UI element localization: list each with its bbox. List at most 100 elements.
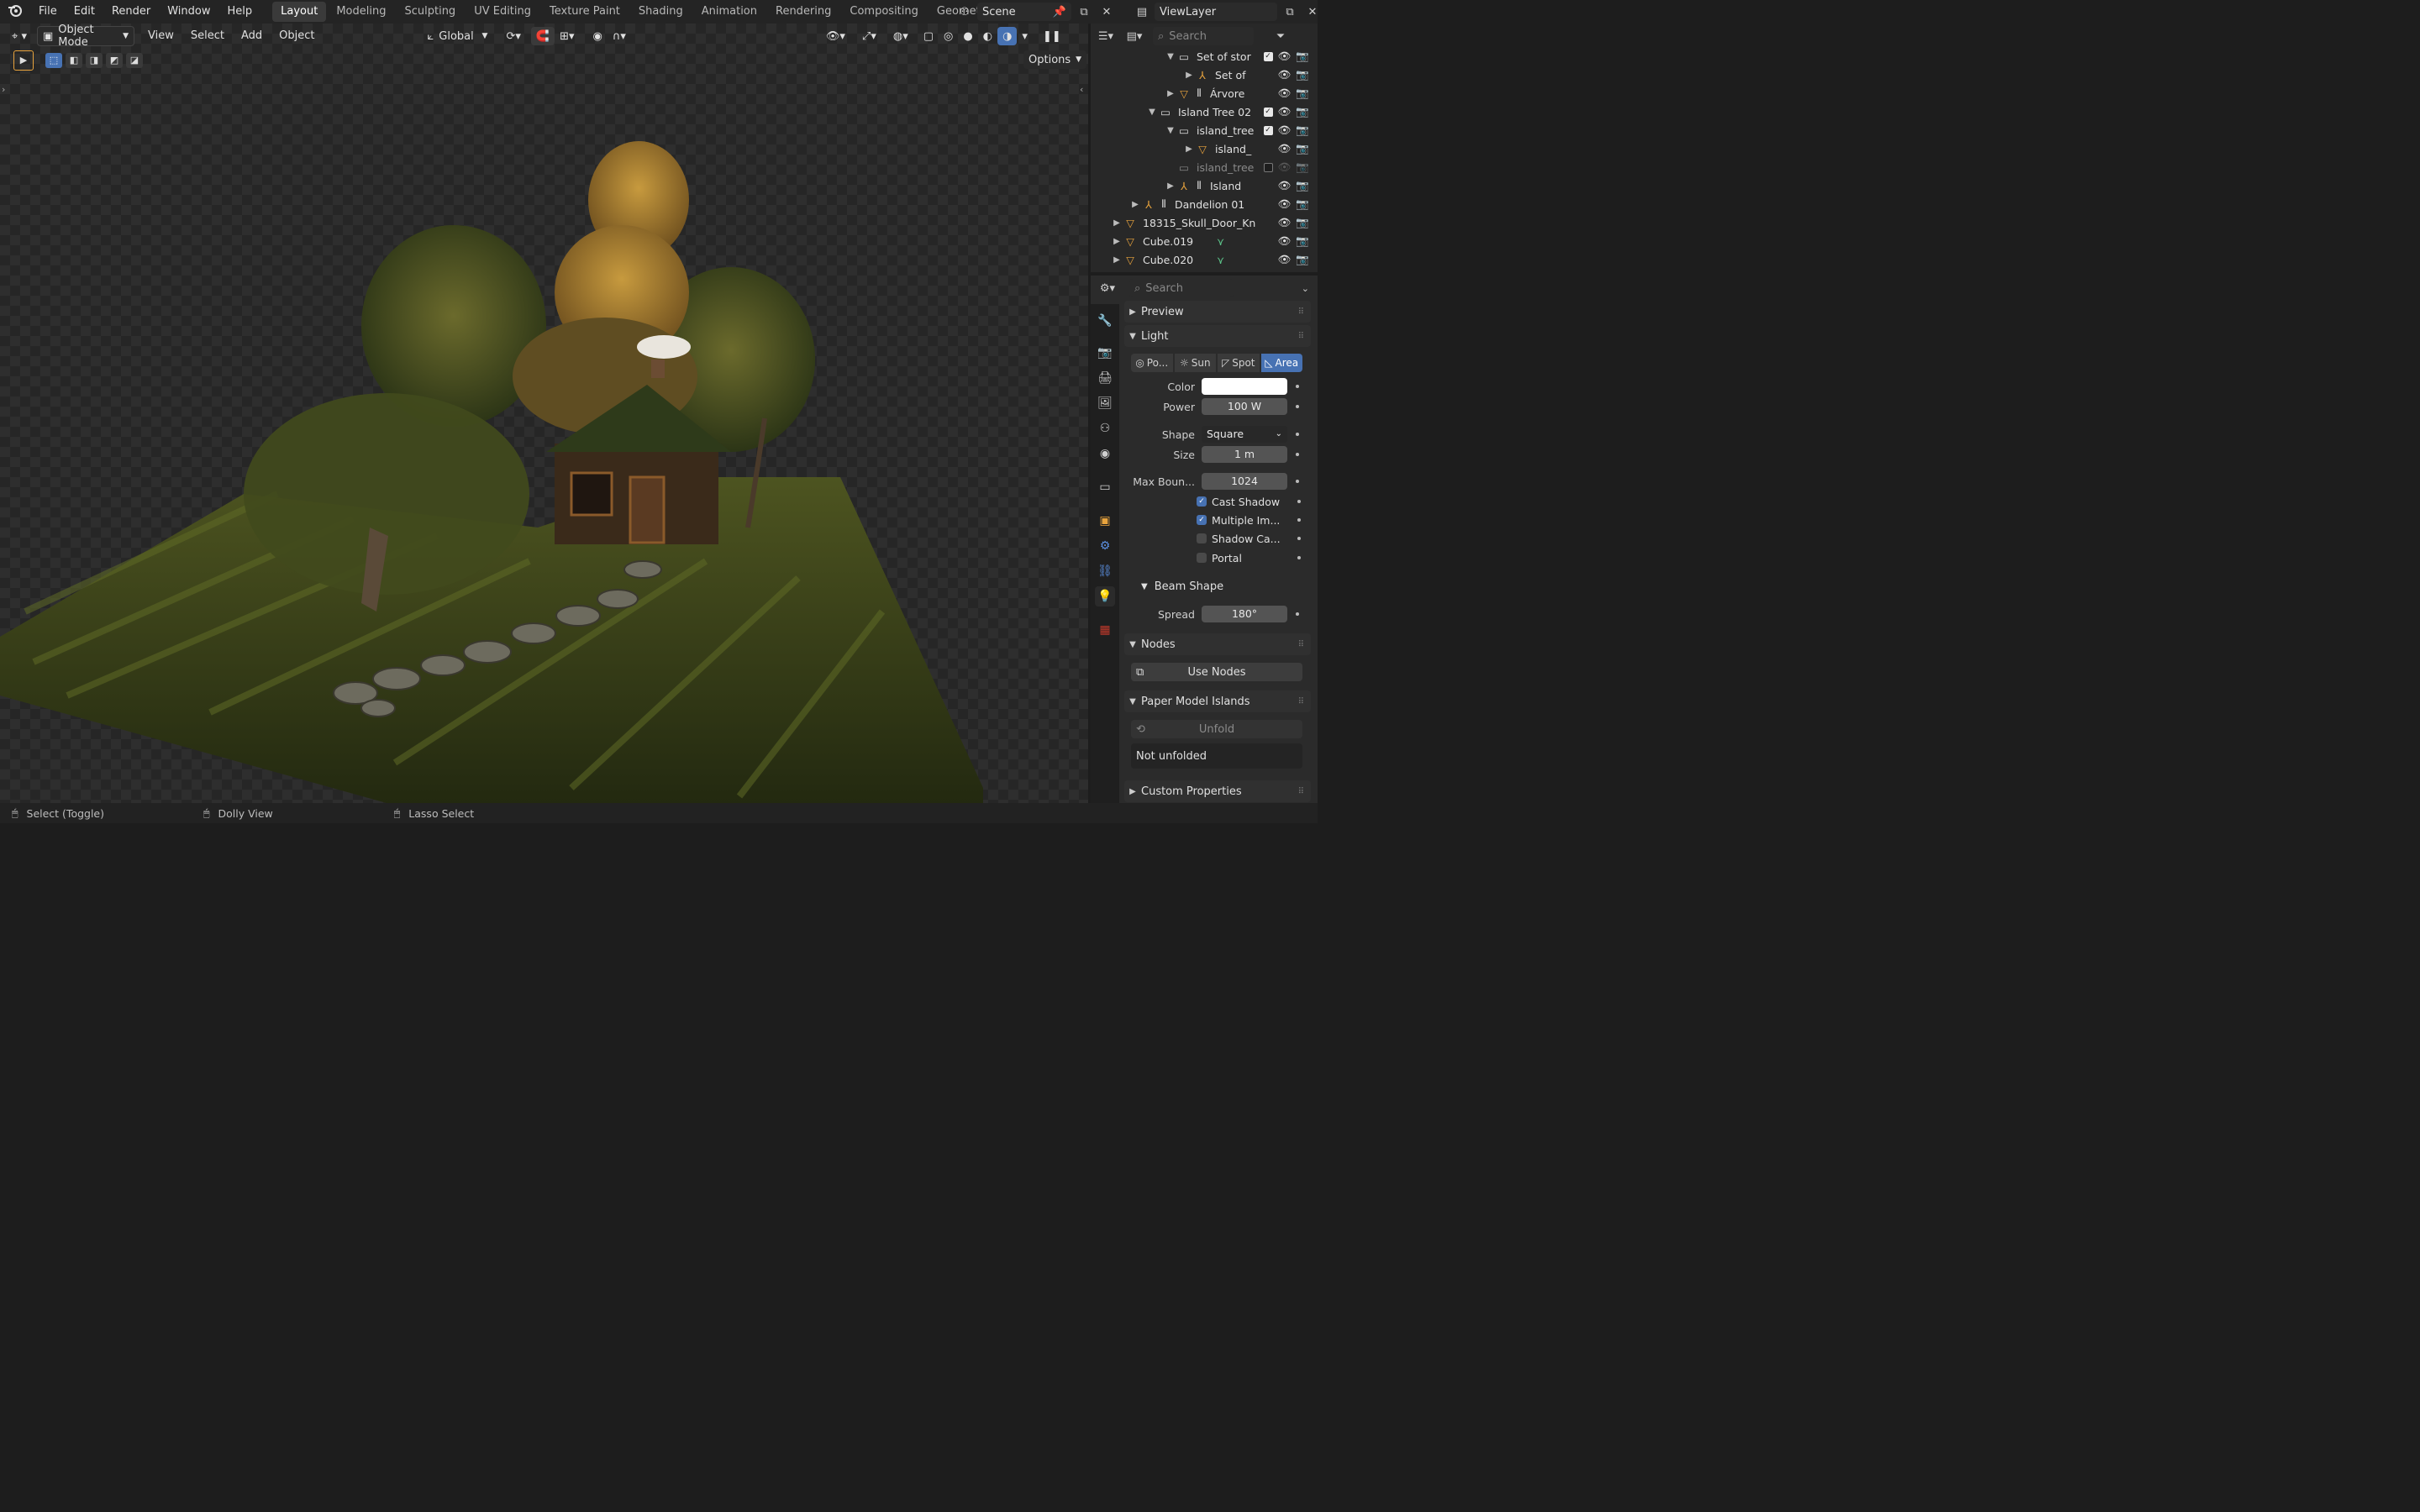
unfold-button[interactable]: ⟲ Unfold <box>1131 720 1302 738</box>
output-tab-icon[interactable]: 🖨 <box>1095 368 1115 388</box>
solid-shading-icon[interactable]: ● <box>958 27 977 45</box>
proportional-edit-icon[interactable]: ◉ <box>588 27 608 45</box>
eye-icon[interactable]: 👁 <box>1278 160 1292 174</box>
eye-icon[interactable]: 👁 <box>1278 87 1292 100</box>
tab-animation[interactable]: Animation <box>693 2 765 22</box>
tab-texture-paint[interactable]: Texture Paint <box>541 2 629 22</box>
material-shading-icon[interactable]: ◐ <box>978 27 997 45</box>
drag-handle-icon[interactable]: ⠿ <box>1298 307 1304 317</box>
outliner-row[interactable]: ▶ ⅄ ⫴ Island 👁 📷 <box>1091 176 1318 195</box>
light-type-spot[interactable]: ◸ Spot <box>1218 354 1260 372</box>
shape-dropdown[interactable]: Square ⌄ <box>1202 426 1287 443</box>
eye-icon[interactable]: 👁 <box>1278 234 1292 248</box>
eye-icon[interactable]: 👁 <box>1278 50 1292 63</box>
preview-panel-header[interactable]: ▶ Preview ⠿ <box>1124 301 1311 323</box>
eye-icon[interactable]: 👁 <box>1278 142 1292 155</box>
pause-render-icon[interactable]: ❚❚ <box>1038 27 1066 45</box>
new-scene-icon[interactable]: ⧉ <box>1074 3 1094 21</box>
overlay-icon[interactable]: ◍▾ <box>888 27 913 45</box>
menu-edit[interactable]: Edit <box>66 0 103 24</box>
use-nodes-button[interactable]: ⧉ Use Nodes <box>1131 663 1302 681</box>
tab-compositing[interactable]: Compositing <box>841 2 927 22</box>
outliner-row[interactable]: ▶ ⅄ ⫴ Dandelion 01 👁 📷 <box>1091 195 1318 213</box>
pin-icon[interactable]: 📌 <box>1053 6 1066 18</box>
tab-sculpting[interactable]: Sculpting <box>396 2 464 22</box>
menu-file[interactable]: File <box>30 0 66 24</box>
shadow-caustics-checkbox[interactable] <box>1197 533 1207 543</box>
select-mode-new-icon[interactable]: ⬚ <box>45 53 62 68</box>
keyframe-dot-icon[interactable] <box>1296 612 1299 616</box>
select-mode-extend-icon[interactable]: ◧ <box>66 53 82 68</box>
expand-arrow-icon[interactable]: ▶ <box>1183 71 1195 80</box>
keyframe-dot-icon[interactable] <box>1296 453 1299 456</box>
light-type-point[interactable]: ◎ Po... <box>1131 354 1173 372</box>
tab-rendering[interactable]: Rendering <box>767 2 839 22</box>
eye-icon[interactable]: 👁 <box>1278 197 1292 211</box>
eye-icon[interactable]: 👁 <box>1278 179 1292 192</box>
new-view-layer-icon[interactable]: ⧉ <box>1280 3 1300 21</box>
color-swatch[interactable] <box>1202 378 1287 395</box>
options-dropdown[interactable]: Options ▼ <box>1023 50 1087 69</box>
snap-icon[interactable]: 🧲 <box>530 27 555 45</box>
camera-icon[interactable]: 📷 <box>1296 179 1309 192</box>
eye-icon[interactable]: 👁 <box>1278 253 1292 266</box>
size-field[interactable]: 1 m <box>1202 446 1287 463</box>
drag-handle-icon[interactable]: ⠿ <box>1298 697 1304 706</box>
menu-render[interactable]: Render <box>103 0 159 24</box>
visibility-icon[interactable]: 👁▾ <box>821 27 850 45</box>
camera-icon[interactable]: 📷 <box>1296 253 1309 266</box>
portal-row[interactable]: Portal <box>1124 549 1311 567</box>
pivot-point-icon[interactable]: ⟳▾ <box>501 27 525 45</box>
collapse-arrow-icon[interactable]: ▼ <box>1146 108 1158 117</box>
eye-icon[interactable]: 👁 <box>1278 105 1292 118</box>
outliner-search-input[interactable]: ⌕ Search <box>1153 27 1254 45</box>
power-field[interactable]: 100 W <box>1202 398 1287 415</box>
shadow-caustics-row[interactable]: Shadow Ca... <box>1124 529 1311 548</box>
light-type-area[interactable]: ◺ Area <box>1260 354 1302 372</box>
nodes-panel-header[interactable]: ▼ Nodes ⠿ <box>1124 633 1311 655</box>
tab-uv-editing[interactable]: UV Editing <box>466 2 539 22</box>
eye-icon[interactable]: 👁 <box>1278 123 1292 137</box>
select-mode-subtract-icon[interactable]: ◨ <box>86 53 103 68</box>
rendered-shading-icon[interactable]: ◑ <box>997 27 1018 45</box>
camera-icon[interactable]: 📷 <box>1296 142 1309 155</box>
scene-tab-icon[interactable]: ⚇ <box>1095 418 1115 438</box>
shading-options-icon[interactable]: ▾ <box>1017 27 1033 45</box>
keyframe-dot-icon[interactable] <box>1297 500 1301 503</box>
transform-orientation-dropdown[interactable]: ⟀ Global ▼ <box>422 27 492 45</box>
modifier-tab-icon[interactable]: ⚙ <box>1095 536 1115 556</box>
camera-icon[interactable]: 📷 <box>1296 234 1309 248</box>
tab-modeling[interactable]: Modeling <box>328 2 394 22</box>
blender-logo-icon[interactable] <box>0 3 30 20</box>
filter-icon[interactable]: ⏷ <box>1270 27 1291 45</box>
keyframe-dot-icon[interactable] <box>1296 433 1299 436</box>
expand-arrow-icon[interactable]: ▶ <box>1165 181 1176 191</box>
outliner-row[interactable]: ▼ ▭ island_tree ✓ 👁 📷 <box>1091 121 1318 139</box>
view-layer-icon[interactable]: ▤ <box>1132 3 1152 21</box>
snap-target-icon[interactable]: ⊞▾ <box>555 27 579 45</box>
editor-type-button[interactable]: ⌖ ▾ <box>7 27 32 45</box>
keyframe-dot-icon[interactable] <box>1296 480 1299 483</box>
outliner-editor-icon[interactable]: ☰▾ <box>1096 27 1116 45</box>
menu-view[interactable]: View <box>139 27 182 45</box>
menu-window[interactable]: Window <box>159 0 218 24</box>
drag-handle-icon[interactable]: ⠿ <box>1298 640 1304 649</box>
expand-arrow-icon[interactable]: ▶ <box>1111 237 1123 246</box>
camera-icon[interactable]: 📷 <box>1296 105 1309 118</box>
outliner-row[interactable]: ▶ ▽ 18315_Skull_Door_Kn 👁 📷 <box>1091 213 1318 232</box>
collapse-arrow-icon[interactable]: ▼ <box>1165 126 1176 135</box>
custom-properties-panel-header[interactable]: ▶ Custom Properties ⠿ <box>1124 780 1311 802</box>
constraints-tab-icon[interactable]: ⛓ <box>1095 561 1115 581</box>
checkbox-icon[interactable] <box>1263 162 1273 172</box>
cast-shadow-checkbox[interactable]: ✓ <box>1197 496 1207 507</box>
view-layer-tab-icon[interactable]: 🖼 <box>1095 393 1115 413</box>
cast-shadow-row[interactable]: ✓ Cast Shadow <box>1124 492 1311 511</box>
light-data-tab-icon[interactable]: 💡 <box>1095 586 1115 606</box>
scene-name-field[interactable]: Scene 📌 <box>977 3 1071 21</box>
sidebar-expand-icon[interactable]: ‹ <box>1080 84 1083 95</box>
camera-icon[interactable]: 📷 <box>1296 216 1309 229</box>
checkbox-icon[interactable]: ✓ <box>1263 51 1273 61</box>
keyframe-dot-icon[interactable] <box>1297 518 1301 522</box>
drag-handle-icon[interactable]: ⠿ <box>1298 332 1304 341</box>
checkbox-icon[interactable]: ✓ <box>1263 125 1273 135</box>
